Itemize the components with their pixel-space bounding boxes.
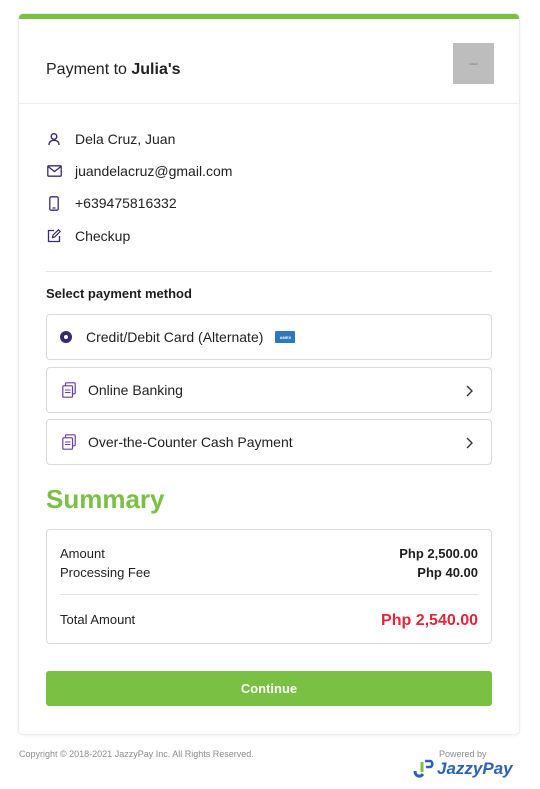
merchant-logo: LOGO: [453, 43, 494, 84]
payment-method-heading: Select payment method: [46, 286, 192, 301]
bank-icon: [62, 382, 76, 398]
fee-value: Php 40.00: [417, 565, 478, 580]
total-label: Total Amount: [60, 612, 136, 627]
copyright-text: Copyright © 2018-2021 JazzyPay Inc. All …: [19, 749, 254, 759]
method-label: Online Banking: [88, 382, 183, 398]
jazzypay-mark-icon: [412, 759, 434, 779]
description-row: Checkup: [46, 226, 130, 246]
powered-by-label: Powered by: [439, 749, 487, 759]
method-otc-cash[interactable]: Over-the-Counter Cash Payment: [46, 419, 492, 465]
section-divider: [46, 271, 492, 272]
customer-phone: +639475816332: [75, 195, 177, 211]
radio-selected-icon[interactable]: [60, 331, 72, 343]
amount-label: Amount: [60, 546, 105, 561]
chevron-right-icon: [463, 384, 475, 398]
payment-card: Payment to Julia's LOGO Dela Cruz, Juan …: [19, 14, 519, 734]
customer-name: Dela Cruz, Juan: [75, 131, 176, 147]
fee-label: Processing Fee: [60, 565, 151, 580]
customer-email: juandelacruz@gmail.com: [75, 163, 233, 179]
method-online-banking[interactable]: Online Banking: [46, 367, 492, 413]
total-value: Php 2,540.00: [381, 612, 478, 629]
summary-box: Amount Php 2,500.00 Processing Fee Php 4…: [46, 529, 492, 644]
merchant-name: Julia's: [131, 61, 181, 78]
page-title: Payment to Julia's: [46, 61, 181, 79]
brand-name: JazzyPay: [437, 759, 513, 778]
mail-icon: [46, 163, 62, 179]
customer-phone-row: +639475816332: [46, 193, 177, 213]
title-prefix: Payment to: [46, 61, 132, 78]
continue-button[interactable]: Continue: [46, 671, 492, 706]
payment-description: Checkup: [75, 228, 131, 244]
payment-header: Payment to Julia's LOGO: [19, 19, 519, 104]
method-card-option[interactable]: Credit/Debit Card (Alternate) AMEX: [46, 314, 492, 360]
amex-card-icon: AMEX: [275, 331, 296, 343]
phone-icon: [46, 195, 62, 211]
user-icon: [46, 131, 62, 147]
method-label: Over-the-Counter Cash Payment: [88, 434, 293, 450]
summary-heading: Summary: [46, 484, 165, 514]
method-label: Credit/Debit Card (Alternate): [86, 329, 264, 345]
chevron-right-icon: [463, 436, 475, 450]
customer-name-row: Dela Cruz, Juan: [46, 129, 175, 149]
summary-divider: [60, 594, 478, 595]
amount-value: Php 2,500.00: [399, 546, 478, 561]
customer-email-row: juandelacruz@gmail.com: [46, 161, 232, 181]
jazzypay-logo[interactable]: JazzyPay: [412, 759, 513, 779]
edit-icon: [46, 228, 62, 244]
merchant-logo-text: LOGO: [469, 61, 478, 66]
cash-icon: [62, 434, 76, 450]
